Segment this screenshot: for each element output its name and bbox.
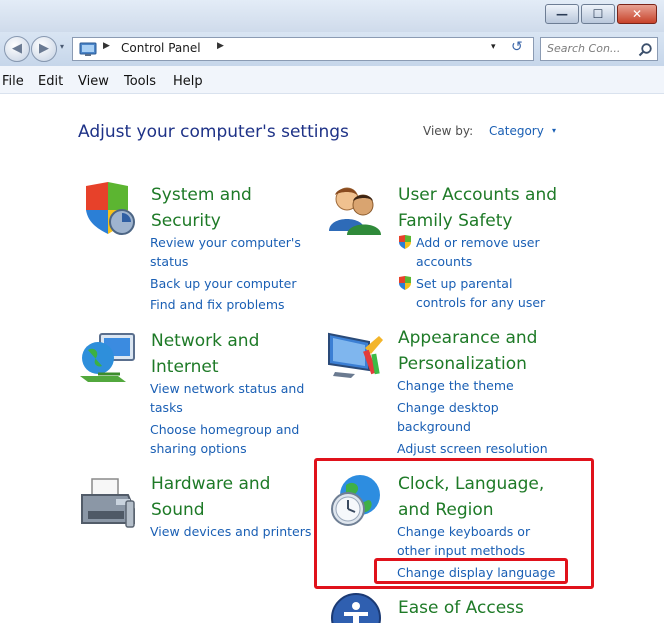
link-parental-controls-line2[interactable]: controls for any user [416,293,545,312]
link-desktop-background[interactable]: Change desktop [397,398,499,417]
link-desktop-background-line2[interactable]: background [397,417,471,436]
link-review-status[interactable]: Review your computer's [150,233,301,252]
address-dropdown-icon[interactable]: ▾ [491,42,496,52]
breadcrumb-control-panel[interactable]: Control Panel [121,41,201,55]
category-hardware-title-line2[interactable]: Sound [151,497,205,523]
breadcrumb-separator-icon[interactable]: ▶ [103,41,110,51]
highlight-box-change-display-language [374,558,568,584]
link-screen-resolution[interactable]: Adjust screen resolution [397,439,548,458]
view-by-label: View by: [423,124,474,138]
link-devices-printers[interactable]: View devices and printers [150,522,311,541]
link-find-fix[interactable]: Find and fix problems [150,295,285,314]
category-network-title-line2[interactable]: Internet [151,354,219,380]
network-globe-icon[interactable] [78,330,138,385]
close-icon: ✕ [631,7,643,21]
link-review-status-line2[interactable]: status [150,252,188,271]
page-title: Adjust your computer's settings [78,122,349,142]
back-button[interactable]: ◀ [4,36,30,62]
menu-view[interactable]: View [78,74,109,89]
forward-button[interactable]: ▶ [31,36,57,62]
link-homegroup[interactable]: Choose homegroup and [150,420,299,439]
menu-help[interactable]: Help [173,74,203,89]
printer-icon[interactable] [76,475,138,530]
category-appearance-title[interactable]: Appearance and [398,325,537,351]
control-panel-icon [79,42,97,56]
control-panel-content: Adjust your computer's settings View by:… [0,95,664,623]
menu-edit[interactable]: Edit [38,74,63,89]
address-bar[interactable]: ▶ Control Panel ▶ ▾ ↺ [72,37,534,61]
address-toolbar: ◀ ▶ ▾ ▶ Control Panel ▶ ▾ ↺ Search Con..… [0,32,664,66]
link-network-status-line2[interactable]: tasks [150,398,183,417]
category-system-security-title-line2[interactable]: Security [151,208,221,234]
uac-shield-icon [399,235,411,249]
refresh-icon[interactable]: ↺ [511,39,523,55]
link-add-remove-user-line2[interactable]: accounts [416,252,472,271]
search-placeholder: Search Con... [547,42,621,55]
link-homegroup-line2[interactable]: sharing options [150,439,247,458]
category-user-accounts-title[interactable]: User Accounts and [398,182,557,208]
menu-file[interactable]: File [2,74,24,89]
link-backup[interactable]: Back up your computer [150,274,297,293]
link-network-status[interactable]: View network status and [150,379,304,398]
link-change-theme[interactable]: Change the theme [397,376,514,395]
category-hardware-title[interactable]: Hardware and [151,471,270,497]
recent-pages-dropdown-icon[interactable]: ▾ [60,42,64,51]
forward-arrow-icon: ▶ [39,41,49,56]
category-network-title[interactable]: Network and [151,328,259,354]
maximize-button[interactable]: ☐ [581,4,615,24]
title-bar: — ☐ ✕ [0,0,664,32]
category-user-accounts-title-line2[interactable]: Family Safety [398,208,512,234]
ease-of-access-icon[interactable] [330,592,382,623]
monitor-paint-icon[interactable] [325,328,385,380]
menu-tools[interactable]: Tools [124,74,156,89]
uac-shield-icon [399,276,411,290]
breadcrumb-separator-icon[interactable]: ▶ [217,41,224,51]
close-button[interactable]: ✕ [617,4,657,24]
users-icon[interactable] [327,183,383,237]
minimize-button[interactable]: — [545,4,579,24]
category-appearance-title-line2[interactable]: Personalization [398,351,527,377]
view-by-dropdown[interactable]: Category [489,124,544,138]
menu-bar: File Edit View Tools Help [0,66,664,94]
chevron-down-icon[interactable]: ▾ [552,126,556,135]
link-add-remove-user[interactable]: Add or remove user [416,233,540,252]
back-arrow-icon: ◀ [12,41,22,56]
link-parental-controls[interactable]: Set up parental [416,274,512,293]
category-ease-of-access-title[interactable]: Ease of Access [398,595,524,621]
minimize-icon: — [556,7,568,21]
category-system-security-title[interactable]: System and [151,182,252,208]
shield-icon[interactable] [78,180,136,238]
maximize-icon: ☐ [592,7,604,21]
search-icon[interactable] [637,42,653,58]
search-input[interactable]: Search Con... [540,37,658,61]
